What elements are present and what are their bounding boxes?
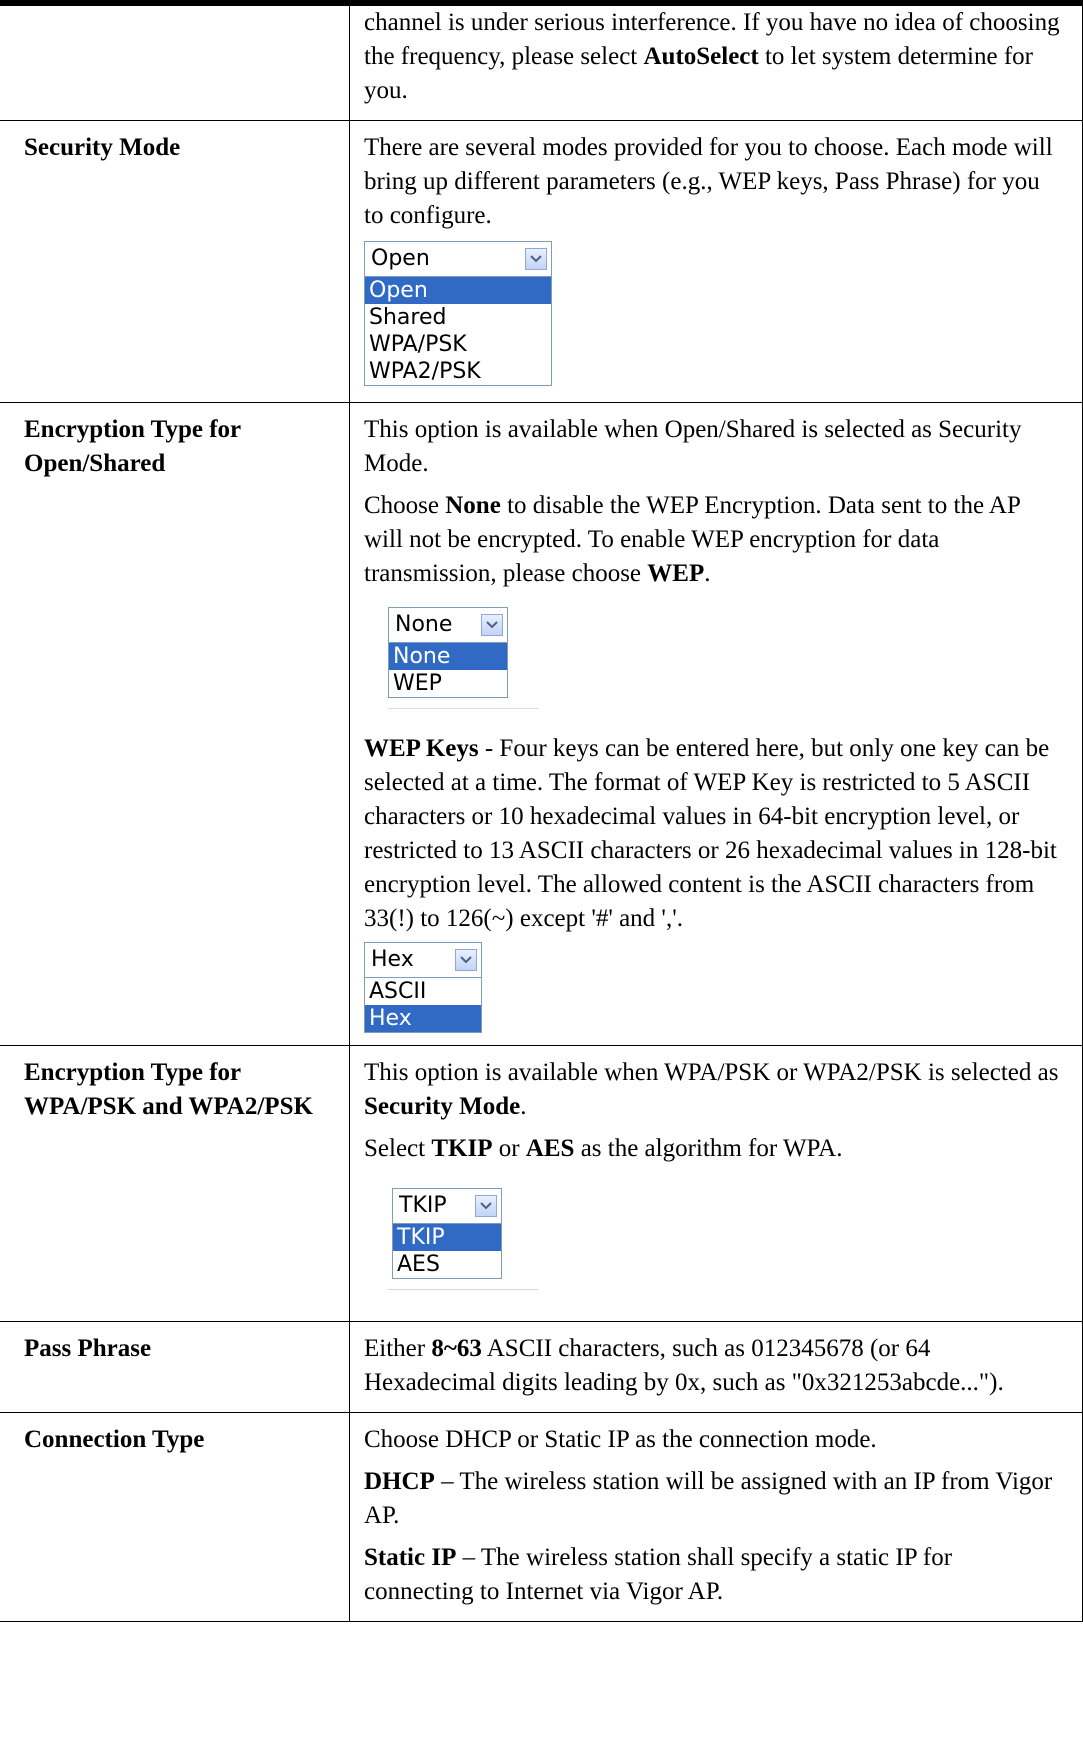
dropdown-option[interactable]: ASCII — [365, 978, 481, 1005]
bold-term: TKIP — [431, 1135, 493, 1162]
description-paragraph: Either 8~63 ASCII characters, such as 01… — [364, 1335, 1004, 1396]
chevron-down-icon[interactable] — [455, 949, 477, 971]
bold-term: 8~63 — [431, 1335, 482, 1362]
parameter-description: There are several modes provided for you… — [349, 120, 1083, 403]
description-paragraph: Choose None to disable the WEP Encryptio… — [364, 492, 1020, 587]
parameter-label: Security Mode — [0, 120, 350, 403]
parameter-label: Encryption Type for WPA/PSK and WPA2/PSK — [0, 1045, 350, 1322]
parameter-description: This option is available when WPA/PSK or… — [349, 1045, 1083, 1322]
parameter-label: Pass Phrase — [0, 1321, 350, 1413]
description-paragraph: WEP Keys - Four keys can be entered here… — [364, 735, 1057, 932]
parameter-label: Connection Type — [0, 1412, 350, 1622]
bold-term: Security Mode — [364, 1093, 521, 1120]
table-row: Encryption Type for Open/Shared This opt… — [0, 402, 1083, 1046]
wpa-algorithm-dropdown[interactable]: TKIP TKIP AES — [392, 1188, 502, 1279]
bold-term: AES — [525, 1135, 575, 1162]
selected-value: Open — [371, 246, 430, 271]
dropdown-option[interactable]: Open — [365, 277, 551, 304]
bold-term: None — [445, 492, 501, 519]
description-paragraph: This option is available when Open/Share… — [364, 416, 1022, 477]
selected-value: TKIP — [399, 1193, 447, 1218]
dropdown-option[interactable]: Shared — [365, 304, 551, 331]
table-row: channel is under serious interference. I… — [0, 6, 1083, 121]
key-format-dropdown[interactable]: Hex ASCII Hex — [364, 942, 482, 1033]
screenshot-edge — [388, 1279, 1064, 1309]
table-row: Security Mode There are several modes pr… — [0, 120, 1083, 403]
bold-term: WEP — [647, 560, 705, 587]
parameter-label: Encryption Type for Open/Shared — [0, 402, 350, 1046]
dropdown-option[interactable]: WPA/PSK — [365, 331, 551, 358]
table-row: Encryption Type for WPA/PSK and WPA2/PSK… — [0, 1045, 1083, 1322]
parameter-description: Either 8~63 ASCII characters, such as 01… — [349, 1321, 1083, 1413]
security-mode-select[interactable]: Open — [364, 241, 552, 277]
description-paragraph: Static IP – The wireless station shall s… — [364, 1544, 953, 1605]
dropdown-options: Open Shared WPA/PSK WPA2/PSK — [364, 277, 552, 386]
chevron-down-icon[interactable] — [481, 614, 503, 636]
parameter-description: channel is under serious interference. I… — [349, 6, 1083, 121]
security-mode-dropdown[interactable]: Open Open Shared WPA/PSK WPA2/PSK — [364, 241, 552, 386]
selected-value: None — [395, 612, 453, 637]
key-format-select[interactable]: Hex — [364, 942, 482, 978]
dropdown-option[interactable]: None — [389, 643, 507, 670]
bold-term: WEP Keys — [364, 735, 479, 762]
parameter-table: channel is under serious interference. I… — [0, 6, 1083, 1622]
dropdown-options: ASCII Hex — [364, 978, 482, 1033]
bold-term: AutoSelect — [643, 43, 759, 70]
screenshot-edge — [388, 698, 1064, 720]
dropdown-option[interactable]: TKIP — [393, 1224, 501, 1251]
parameter-description: This option is available when Open/Share… — [349, 402, 1083, 1046]
description-paragraph: Choose DHCP or Static IP as the connecti… — [364, 1426, 877, 1453]
selected-value: Hex — [371, 947, 414, 972]
description-paragraph: This option is available when WPA/PSK or… — [364, 1059, 1059, 1120]
description-paragraph: channel is under serious interference. I… — [364, 9, 1060, 104]
dropdown-option[interactable]: AES — [393, 1251, 501, 1278]
description-paragraph: Select TKIP or AES as the algorithm for … — [364, 1135, 843, 1162]
chevron-down-icon[interactable] — [525, 248, 547, 270]
table-row: Connection Type Choose DHCP or Static IP… — [0, 1412, 1083, 1622]
table-row: Pass Phrase Either 8~63 ASCII characters… — [0, 1321, 1083, 1413]
dropdown-options: None WEP — [388, 643, 508, 698]
description-paragraph: There are several modes provided for you… — [364, 134, 1053, 229]
dropdown-option[interactable]: WPA2/PSK — [365, 358, 551, 385]
description-paragraph: DHCP – The wireless station will be assi… — [364, 1468, 1053, 1529]
encryption-type-dropdown[interactable]: None None WEP — [388, 607, 508, 698]
parameter-description: Choose DHCP or Static IP as the connecti… — [349, 1412, 1083, 1622]
wpa-algorithm-select[interactable]: TKIP — [392, 1188, 502, 1224]
document-page: channel is under serious interference. I… — [0, 0, 1083, 1740]
chevron-down-icon[interactable] — [475, 1195, 497, 1217]
dropdown-option[interactable]: WEP — [389, 670, 507, 697]
bold-term: DHCP — [364, 1468, 435, 1495]
bold-term: Static IP — [364, 1544, 457, 1571]
dropdown-options: TKIP AES — [392, 1224, 502, 1279]
dropdown-option[interactable]: Hex — [365, 1005, 481, 1032]
encryption-type-select[interactable]: None — [388, 607, 508, 643]
parameter-label — [0, 6, 350, 121]
